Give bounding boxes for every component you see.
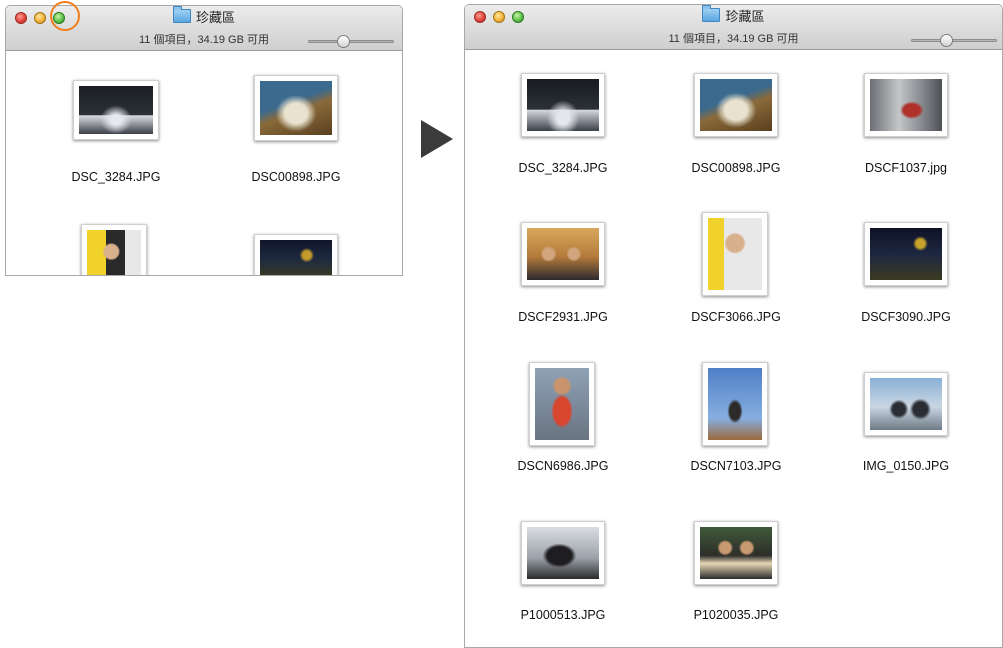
file-name: P1020035.JPG (693, 608, 779, 622)
man-photo-image (535, 368, 589, 440)
friends-photo-image (527, 228, 599, 280)
photo-thumbnail[interactable] (254, 75, 338, 141)
photo-thumbnail[interactable] (694, 521, 778, 585)
photo-thumbnail[interactable] (521, 521, 605, 585)
statue-photo-image (708, 368, 762, 440)
zoom-button-highlight-circle (50, 1, 80, 31)
file-name: DSC00898.JPG (691, 161, 781, 175)
dog-photo-image (700, 79, 772, 131)
window-titlebar[interactable]: 珍藏區 11 個項目，34.19 GB 可用 (465, 5, 1002, 50)
photo-thumbnail[interactable] (694, 73, 778, 137)
street-photo-image (870, 79, 942, 131)
group-photo-image (527, 79, 599, 131)
file-name: P1000513.JPG (520, 608, 606, 622)
group-photo-image (79, 86, 153, 134)
file-grid: DSC_3284.JPG DSC00898.JPG (6, 51, 402, 275)
cyclists-photo-image (870, 378, 942, 430)
file-name: DSCF1037.jpg (865, 161, 947, 175)
slider-track (308, 40, 394, 43)
file-name: DSCN6986.JPG (517, 459, 609, 473)
photo-thumbnail[interactable] (521, 73, 605, 137)
file-name: IMG_0150.JPG (862, 459, 950, 473)
file-name: DSCF3066.JPG (691, 310, 781, 324)
photo-thumbnail[interactable] (81, 224, 147, 275)
slider-track (911, 39, 997, 42)
folder-icon (702, 5, 721, 22)
file-name: DSCF2931.JPG (518, 310, 608, 324)
photo-thumbnail[interactable] (864, 73, 948, 137)
ice-cream-photo-image (700, 527, 772, 579)
dog-photo-image (260, 81, 332, 135)
portrait-photo-image (87, 230, 141, 275)
portrait-photo-image (708, 218, 762, 290)
window-title-text: 珍藏區 (195, 10, 235, 25)
folder-icon (172, 6, 191, 23)
icon-size-slider[interactable] (911, 34, 997, 47)
window-title: 珍藏區 (465, 5, 1002, 26)
right-triangle-arrow (421, 120, 453, 158)
photo-thumbnail[interactable] (254, 234, 338, 275)
night-photo-image (870, 228, 942, 280)
file-name: DSCF3090.JPG (861, 310, 951, 324)
file-name: DSCN7103.JPG (690, 459, 782, 473)
photo-thumbnail[interactable] (521, 222, 605, 286)
photo-thumbnail[interactable] (702, 212, 768, 296)
finder-window-large: 珍藏區 11 個項目，34.19 GB 可用 DSC_3284.JPG DSC0… (464, 4, 1003, 648)
icon-size-slider[interactable] (308, 35, 394, 48)
window-title-text: 珍藏區 (725, 9, 765, 24)
photo-thumbnail[interactable] (73, 80, 159, 140)
photo-thumbnail[interactable] (702, 362, 768, 446)
file-name: DSC_3284.JPG (71, 170, 161, 184)
finder-window-small: 珍藏區 11 個項目，34.19 GB 可用 DSC_3284.JPG DSC0… (5, 5, 403, 276)
cyclist-photo-image (527, 527, 599, 579)
night-photo-image (260, 240, 332, 275)
file-name: DSC_3284.JPG (518, 161, 608, 175)
photo-thumbnail[interactable] (864, 372, 948, 436)
file-grid: DSC_3284.JPG DSC00898.JPG DSCF1037.jpg D… (465, 50, 1002, 647)
file-name: DSC00898.JPG (251, 170, 341, 184)
photo-thumbnail[interactable] (529, 362, 595, 446)
photo-thumbnail[interactable] (864, 222, 948, 286)
